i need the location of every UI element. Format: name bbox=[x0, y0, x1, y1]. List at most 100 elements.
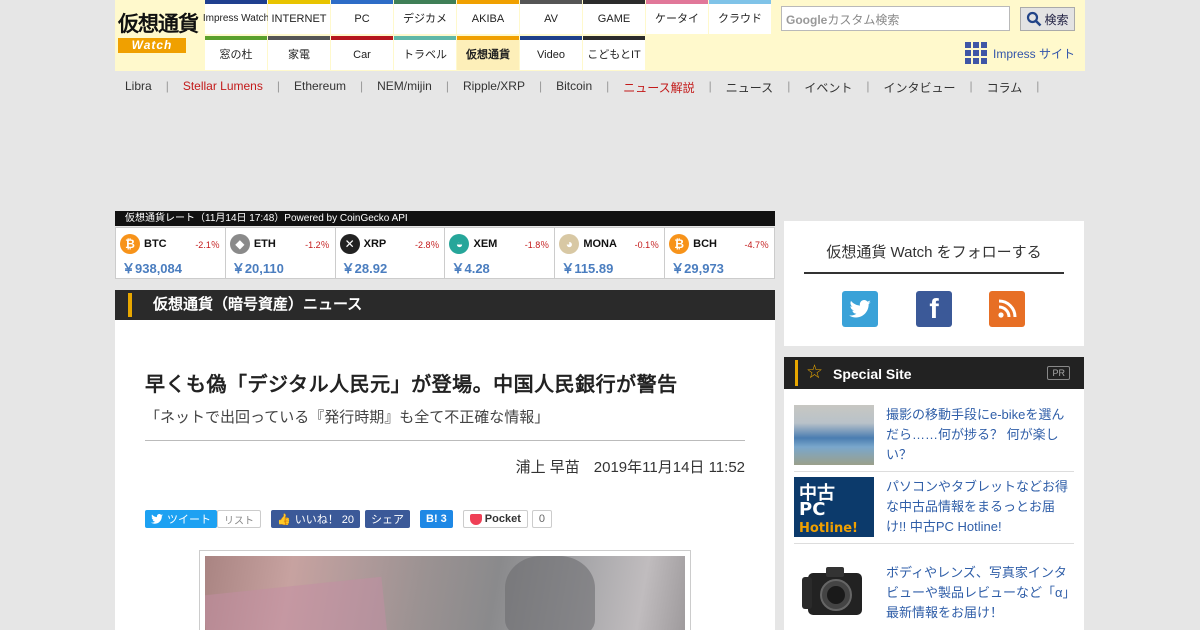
separator: | bbox=[276, 79, 280, 93]
facebook-follow-button[interactable]: f bbox=[916, 291, 952, 327]
category-link[interactable]: Libra bbox=[125, 79, 152, 96]
camera-icon bbox=[802, 567, 862, 615]
rate-card[interactable]: ◕ MONA -0.1％ ￥115.89 bbox=[555, 228, 666, 278]
rss-follow-button[interactable] bbox=[989, 291, 1025, 327]
nav-item[interactable]: Car bbox=[331, 36, 393, 70]
eth-coin-icon: ◆ bbox=[229, 234, 250, 254]
category-link[interactable]: Stellar Lumens bbox=[183, 79, 263, 96]
separator: | bbox=[866, 79, 870, 93]
nav-item[interactable]: デジカメ bbox=[394, 0, 456, 34]
price-change: -0.1％ bbox=[634, 240, 660, 250]
rate-card[interactable]: ◒ XEM -1.8％ ￥4.28 bbox=[445, 228, 556, 278]
category-link[interactable]: Bitcoin bbox=[556, 79, 592, 96]
pocket-count: 0 bbox=[531, 510, 552, 528]
separator: | bbox=[708, 79, 712, 93]
rate-card[interactable]: ◆ ETH -1.2％ ￥20,110 bbox=[226, 228, 336, 278]
category-link[interactable]: ニュース解説 bbox=[623, 79, 694, 96]
twitter-icon bbox=[849, 300, 871, 318]
nav-item[interactable]: クラウド bbox=[709, 0, 771, 34]
search-button-label: 検索 bbox=[1044, 12, 1069, 27]
publish-date: 2019年11月14日 11:52 bbox=[593, 459, 745, 476]
search-button[interactable]: 検索 bbox=[1020, 7, 1075, 31]
special-item[interactable]: ボディやレンズ、写真家インタビューや製品レビューなど「α」最新情報をお届け！ bbox=[794, 563, 1074, 629]
facebook-icon: f bbox=[929, 293, 939, 324]
impress-sites-link[interactable]: Impress サイト bbox=[965, 42, 1075, 64]
special-item-text: パソコンやタブレットなどお得な中古品情報をまるっとお届け!! 中古PC Hotl… bbox=[886, 479, 1069, 534]
separator: | bbox=[969, 79, 973, 93]
section-title: 仮想通貨（暗号資産）ニュース bbox=[115, 290, 775, 320]
rate-card[interactable]: ✕ XRP -2.8％ ￥28.92 bbox=[336, 228, 446, 278]
hatena-bookmark-button[interactable]: B! 3 bbox=[420, 510, 453, 528]
category-link[interactable]: NEM/mijin bbox=[377, 79, 432, 96]
nav-item[interactable]: こどもとIT bbox=[583, 36, 645, 70]
thumb-line: PC bbox=[799, 499, 826, 520]
coin-symbol: ETH bbox=[253, 238, 276, 250]
tweet-label: ツイート bbox=[167, 514, 211, 526]
coin-price: ￥29,973 bbox=[671, 261, 724, 276]
category-link[interactable]: ニュース bbox=[726, 79, 773, 96]
nav-item[interactable]: トラベル bbox=[394, 36, 456, 70]
pc-hotline-thumbnail: 中古 PC Hotline! bbox=[794, 477, 874, 537]
nav-item[interactable]: 仮想通貨 bbox=[457, 36, 519, 70]
price-change: -2.1％ bbox=[195, 240, 220, 250]
nav-item[interactable]: ケータイ bbox=[646, 0, 708, 34]
nav-item[interactable]: AV bbox=[520, 0, 582, 34]
article: 早くも偽「デジタル人民元」が登場。中国人民銀行が警告 「ネットで出回っている『発… bbox=[115, 320, 775, 630]
nav-spacer bbox=[709, 36, 771, 70]
bch-coin-icon: ₿ bbox=[669, 234, 690, 254]
coin-price: ￥938,084 bbox=[122, 261, 182, 276]
nav-spacer bbox=[646, 36, 708, 70]
logo-watch: Watch bbox=[118, 38, 186, 53]
separator: | bbox=[606, 79, 610, 93]
nav-item[interactable]: 窓の杜 bbox=[205, 36, 267, 70]
byline: 浦上 早苗 2019年11月14日 11:52 bbox=[516, 456, 745, 477]
category-link[interactable]: コラム bbox=[987, 79, 1023, 96]
rate-card[interactable]: ₿ BTC -2.1％ ￥938,084 bbox=[116, 228, 226, 278]
nav-item[interactable]: 家電 bbox=[268, 36, 330, 70]
nav-item[interactable]: GAME bbox=[583, 0, 645, 34]
category-link[interactable]: イベント bbox=[804, 79, 852, 96]
category-link[interactable]: Ethereum bbox=[294, 79, 346, 96]
xrp-coin-icon: ✕ bbox=[339, 234, 360, 254]
special-item-text: 撮影の移動手段にe-bikeを選んだら……何が捗る？ 何が楽しい？ bbox=[886, 407, 1065, 462]
pocket-button[interactable]: Pocket bbox=[462, 510, 528, 528]
impress-sites-label: Impress サイト bbox=[993, 46, 1076, 61]
thumb-line: Hotline! bbox=[799, 521, 858, 536]
separator: | bbox=[445, 79, 449, 93]
special-site-header: ☆ Special Site PR bbox=[784, 357, 1084, 389]
twitter-follow-button[interactable] bbox=[842, 291, 878, 327]
coin-symbol: MONA bbox=[583, 238, 617, 250]
separator: | bbox=[538, 79, 543, 93]
coin-price: ￥20,110 bbox=[231, 261, 284, 276]
star-icon: ☆ bbox=[806, 362, 824, 383]
special-item[interactable]: 中古 PC Hotline! パソコンやタブレットなどお得な中古品情報をまるっと… bbox=[794, 477, 1074, 544]
tweet-button[interactable]: ツイート bbox=[145, 510, 217, 528]
facebook-share-button[interactable]: シェア bbox=[365, 510, 410, 528]
nav-item[interactable]: Video bbox=[520, 36, 582, 70]
nav-item[interactable]: INTERNET bbox=[268, 0, 330, 34]
search-input[interactable]: Googleカスタム検索 bbox=[781, 6, 1010, 31]
search-placeholder: カスタム検索 bbox=[827, 13, 900, 27]
price-change: -4.7％ bbox=[744, 240, 769, 250]
site-network-nav: Impress Watch INTERNET PC デジカメ AKIBA AV GAME ケー… bbox=[203, 0, 771, 70]
btc-coin-icon: ₿ bbox=[120, 234, 140, 254]
category-link[interactable]: インタビュー bbox=[883, 79, 955, 96]
nav-item[interactable]: Impress Watch bbox=[203, 0, 269, 34]
list-button[interactable]: リスト bbox=[217, 510, 261, 528]
pocket-icon bbox=[469, 513, 482, 525]
category-link[interactable]: Ripple/XRP bbox=[463, 79, 525, 96]
site-logo[interactable]: 仮想通貨 Watch bbox=[118, 12, 200, 56]
rss-icon bbox=[998, 299, 1017, 318]
nav-item[interactable]: AKIBA bbox=[457, 0, 519, 34]
article-subtitle: 「ネットで出回っている『発行時期』も全て不正確な情報」 bbox=[145, 409, 550, 426]
nav-item[interactable]: PC bbox=[331, 0, 393, 34]
article-image[interactable] bbox=[205, 556, 685, 630]
coin-price: ￥28.92 bbox=[341, 261, 388, 276]
rate-card[interactable]: ₿ BCH -4.7％ ￥29,973 bbox=[665, 228, 774, 278]
article-image-frame bbox=[199, 550, 691, 630]
price-change: -2.8％ bbox=[414, 240, 440, 250]
like-button[interactable]: 👍 いいね！ 20 bbox=[271, 510, 360, 528]
pocket-label: Pocket bbox=[484, 513, 521, 525]
coin-symbol: BTC bbox=[144, 238, 167, 250]
special-item[interactable]: 撮影の移動手段にe-bikeを選んだら……何が捗る？ 何が楽しい？ bbox=[794, 405, 1074, 472]
